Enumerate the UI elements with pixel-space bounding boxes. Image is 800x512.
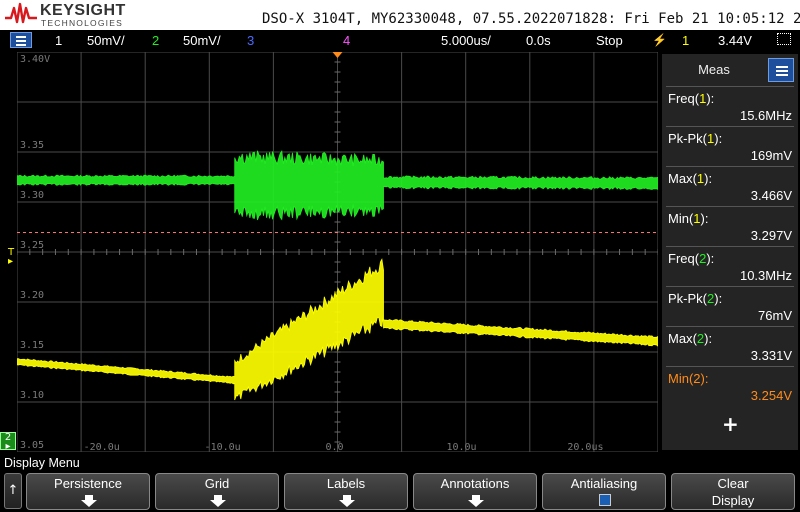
measurement-row[interactable]: Freq(2): 10.3MHz (666, 246, 794, 287)
x-tick-label: 20.0us (567, 442, 603, 452)
down-arrow-icon (339, 495, 355, 507)
down-arrow-icon (468, 495, 484, 507)
measurement-label: Max(2): (668, 331, 713, 346)
instrument-info: DSO-X 3104T, MY62330048, 07.55.202207182… (262, 11, 800, 27)
x-tick-label: -10.0u (205, 442, 241, 452)
trigger-position-icon (332, 52, 343, 58)
measurement-row[interactable]: Pk-Pk(1): 169mV (666, 126, 794, 167)
ch2-trace (16, 150, 659, 221)
persistence-softkey[interactable]: Persistence (26, 473, 150, 510)
status-bar: 1 50mV/ 2 50mV/ 3 4 5.000us/ 0.0s Stop ⚡… (0, 30, 800, 52)
measurement-row[interactable]: Min(1): 3.297V (666, 206, 794, 247)
y-tick-label: 3.25 (20, 240, 44, 251)
y-tick-label: 3.05 (20, 440, 44, 451)
measurement-label: Pk-Pk(2): (668, 291, 723, 306)
ch3-number[interactable]: 3 (247, 33, 254, 48)
y-tick-label: 3.35 (20, 140, 44, 151)
measurement-label: Min(1): (668, 211, 709, 226)
measurement-value: 169mV (750, 148, 792, 163)
clear-display-softkey[interactable]: Clear Display (671, 473, 795, 510)
measurements-menu-button[interactable] (768, 58, 794, 82)
ch4-number[interactable]: 4 (343, 33, 350, 48)
keysight-wave-logo-icon (5, 2, 37, 24)
measurements-panel: Meas Freq(1): 15.6MHz Pk-Pk(1): 169mV Max(1)… (660, 52, 800, 452)
measurement-row[interactable]: Min(2): 3.254V (666, 366, 794, 407)
grid-softkey[interactable]: Grid (155, 473, 279, 510)
measurement-value: 3.297V (750, 228, 792, 243)
measurement-row[interactable]: Max(1): 3.466V (666, 166, 794, 207)
measurement-row[interactable]: Max(2): 3.331V (666, 326, 794, 367)
y-tick-label: 3.40V (20, 54, 50, 65)
y-tick-label: 3.20 (20, 290, 44, 301)
ch2-ground-marker[interactable]: 2 ▸ (0, 432, 16, 452)
y-tick-label: 3.15 (20, 340, 44, 351)
antialiasing-softkey[interactable]: Antialiasing (542, 473, 666, 510)
annotations-label: Annotations (440, 476, 510, 491)
clear-label-line2: Display (711, 493, 755, 508)
trigger-source[interactable]: 1 (682, 33, 689, 48)
measurement-value: 3.331V (750, 348, 792, 363)
antialiasing-label: Antialiasing (570, 476, 638, 491)
waveform-display[interactable]: 3.40V 3.35 3.30 3.25 3.20 3.15 3.10 3.05 -20.0u -… (16, 51, 659, 453)
antialiasing-checkbox[interactable] (599, 494, 611, 506)
measurement-value: 15.6MHz (739, 108, 792, 123)
measurement-value: 3.254V (750, 388, 792, 403)
menu-up-button[interactable]: ↑ (4, 473, 22, 509)
x-tick-label: 0.0 (326, 442, 344, 452)
measurement-row[interactable]: Pk-Pk(2): 76mV (666, 286, 794, 327)
trigger-level-marker-icon: T ▸ (8, 247, 15, 267)
waveform-graticule: 3.40V 3.35 3.30 3.25 3.20 3.15 3.10 3.05 -20.0u -… (16, 51, 659, 453)
y-tick-label: 3.10 (20, 390, 44, 401)
horizontal-delay[interactable]: 0.0s (526, 33, 551, 48)
grid-label: Grid (204, 476, 230, 491)
measurement-label: Max(1): (668, 171, 713, 186)
labels-softkey[interactable]: Labels (284, 473, 408, 510)
persistence-label: Persistence (54, 476, 122, 491)
ch2-scale[interactable]: 50mV/ (183, 33, 221, 48)
measurements-title: Meas (698, 62, 730, 77)
measurement-value: 76mV (758, 308, 792, 323)
annotations-softkey[interactable]: Annotations (413, 473, 537, 510)
measurement-label: Freq(2): (668, 251, 715, 266)
measurement-label: Pk-Pk(1): (668, 131, 723, 146)
y-tick-label: 3.30 (20, 190, 44, 201)
add-measurement-button[interactable]: + (722, 412, 739, 436)
measurement-value: 10.3MHz (739, 268, 792, 283)
clear-label-line1: Clear (717, 476, 749, 491)
down-arrow-icon (210, 495, 226, 507)
x-tick-label: 10.0u (446, 442, 476, 452)
down-arrow-icon (81, 495, 97, 507)
measurement-row[interactable]: Freq(1): 15.6MHz (666, 86, 794, 127)
zoom-region-icon[interactable] (777, 33, 791, 45)
trigger-edge-icon: ⚡ (652, 33, 667, 47)
softkey-menu-title: Display Menu (4, 456, 80, 470)
ch2-number[interactable]: 2 (152, 33, 159, 48)
main-menu-button[interactable] (10, 32, 32, 48)
trigger-level[interactable]: 3.44V (718, 33, 752, 48)
header-bar: KEYSIGHT TECHNOLOGIES DSO-X 3104T, MY623… (0, 0, 800, 30)
ch1-scale[interactable]: 50mV/ (87, 33, 125, 48)
run-state[interactable]: Stop (596, 33, 623, 48)
brand-subtitle: TECHNOLOGIES (41, 18, 123, 28)
x-tick-label: -20.0u (84, 442, 120, 452)
measurement-value: 3.466V (750, 188, 792, 203)
ch1-number[interactable]: 1 (55, 33, 62, 48)
timebase-scale[interactable]: 5.000us/ (441, 33, 491, 48)
measurement-label: Freq(1): (668, 91, 715, 106)
measurement-label: Min(2): (668, 371, 709, 386)
labels-label: Labels (326, 476, 366, 491)
